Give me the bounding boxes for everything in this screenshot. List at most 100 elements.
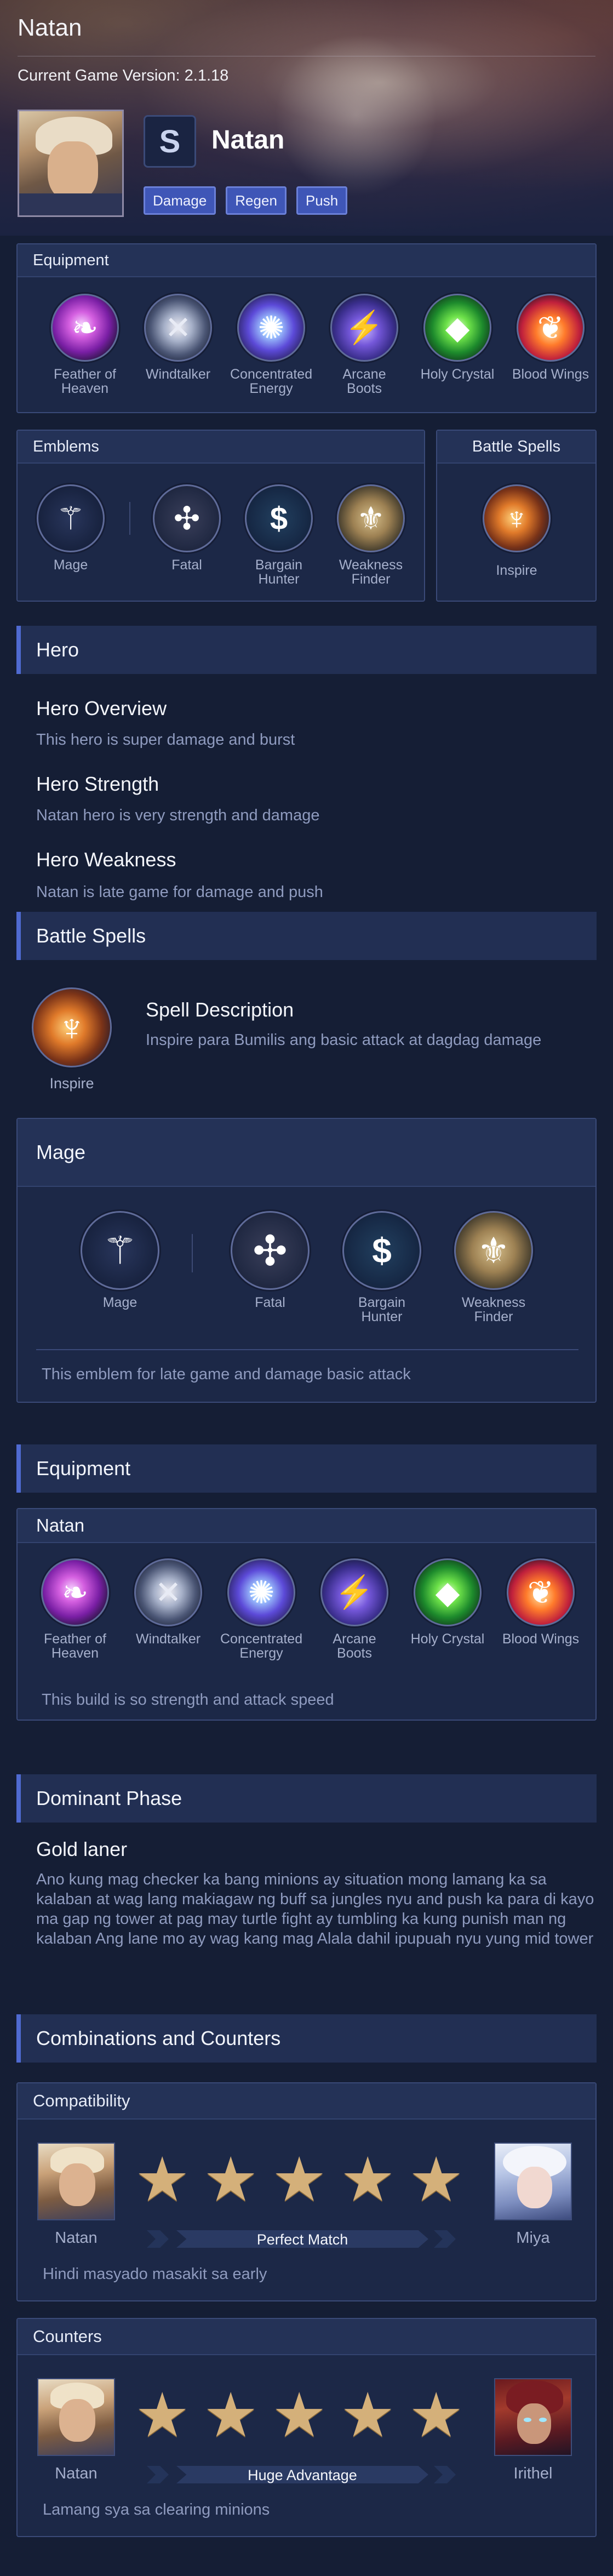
item-concentrated-energy[interactable]: ✺ Concentrated Energy [230,294,312,396]
chevron-right-icon [147,2230,169,2248]
battle-spells-panel: Battle Spells ♆ Inspire [436,430,597,602]
match-label: Perfect Match [256,2231,348,2248]
emblem-mage-detail[interactable]: ⚚ Mage [73,1211,167,1310]
item-windtalker[interactable]: ✕ Windtalker [127,1558,209,1646]
weakness-icon: ⚜ [454,1211,533,1290]
talent-bargain-hunter[interactable]: $ Bargain Hunter [238,484,320,586]
hero-strength-title: Hero Strength [36,773,159,795]
item-label: Fatal [171,557,202,573]
item-holy-crystal[interactable]: ◆ Holy Crystal [406,1558,489,1646]
star-icon: ★ [409,2145,464,2214]
emblems-panel: Emblems ⚚ Mage ✣ Fatal $ Bargain Hunter … [16,430,425,602]
equipment-build-panel: Natan ❧ Feather of Heaven ✕ Windtalker ✺… [16,1508,597,1721]
item-feather[interactable]: ❧ Feather of Heaven [34,1558,116,1660]
fatal-icon: ✣ [153,484,221,552]
hero-avatar-irithel[interactable] [494,2378,572,2456]
page-title: Natan [18,14,82,41]
item-label: Windtalker [145,367,211,382]
item-feather[interactable]: ❧ Feather of Heaven [44,294,126,396]
compatibility-title: Compatibility [18,2083,595,2120]
star-icon: ★ [272,2381,327,2449]
energy-icon: ✺ [227,1558,295,1626]
star-icon: ★ [409,2381,464,2449]
emblem-divider [129,502,130,535]
star-icon: ★ [340,2381,396,2449]
spell-inspire[interactable]: ♆ Inspire [475,484,558,578]
item-label: Blood Wings [502,1631,580,1647]
mage-icon: ⚚ [37,484,105,552]
item-windtalker[interactable]: ✕ Windtalker [137,294,219,381]
game-version: Current Game Version: 2.1.18 [18,67,229,84]
hero-strength-text: Natan hero is very strength and damage [36,807,320,824]
hero-weakness-title: Hero Weakness [36,848,176,871]
counters-note: Lamang sya sa clearing minions [43,2501,270,2518]
spell-desc-title: Spell Description [146,998,294,1021]
dominant-phase-text: Ano kung mag checker ka bang minions ay … [36,1871,594,1947]
item-arcane-boots[interactable]: ⚡ Arcane Boots [323,294,405,396]
item-holy-crystal[interactable]: ◆ Holy Crystal [416,294,499,381]
item-concentrated-energy[interactable]: ✺ Concentrated Energy [220,1558,302,1660]
weakness-icon: ⚜ [337,484,405,552]
star-icon: ★ [272,2145,327,2214]
item-label: Blood Wings [512,367,589,382]
star-icon: ★ [135,2381,190,2449]
counters-title: Counters [18,2319,595,2355]
hero-avatar-natan[interactable] [37,2143,115,2220]
item-arcane-boots[interactable]: ⚡ Arcane Boots [313,1558,396,1660]
talent-weakness-finder[interactable]: ⚜ Weakness Finder [330,484,412,586]
tag-regen[interactable]: Regen [226,186,287,215]
item-label: Inspire [496,563,537,578]
star-icon: ★ [203,2381,259,2449]
section-hero: Hero [16,626,597,674]
item-label: Concentrated Energy [230,367,313,396]
spell-inspire-detail[interactable]: ♆ Inspire [31,987,113,1092]
section-combos: Combinations and Counters [16,2014,597,2063]
talent-fatal-detail[interactable]: ✣ Fatal [224,1211,317,1310]
inspire-icon: ♆ [32,987,112,1067]
role-icon: S [144,115,196,168]
fatal-icon: ✣ [231,1211,310,1290]
item-label: Arcane Boots [333,1631,376,1661]
hero-tags: Damage Regen Push [144,186,348,215]
star-icon: ★ [135,2145,190,2214]
hero-weakness-text: Natan is late game for damage and push [36,883,323,901]
emblem-divider [192,1234,193,1272]
mage-emblem-panel: Mage ⚚ Mage ✣ Fatal $ Bargain Hunter ⚜ W… [16,1118,597,1403]
item-label: Fatal [255,1295,285,1310]
avatar-name-right: Miya [516,2229,550,2247]
hero-name: Natan [211,125,285,155]
crystal-icon: ◆ [423,294,491,362]
item-label: Arcane Boots [342,367,386,396]
item-blood-wings[interactable]: ❦ Blood Wings [509,294,592,381]
talent-weakness-detail[interactable]: ⚜ Weakness Finder [447,1211,540,1324]
item-label: Holy Crystal [410,1631,485,1647]
chevron-right-icon [434,2230,456,2248]
chevron-right-icon [434,2466,456,2483]
emblems-panel-title: Emblems [18,431,424,464]
spell-name: Inspire [49,1075,94,1092]
item-label: Holy Crystal [420,367,495,382]
equipment-panel-title: Equipment [18,244,595,277]
avatar-name-left: Natan [55,2465,98,2482]
hero-avatar-miya[interactable] [494,2143,572,2220]
avatar-name-right: Irithel [513,2465,553,2482]
star-icon: ★ [340,2145,396,2214]
item-label: Mage [53,557,88,573]
item-label: Concentrated Energy [220,1631,303,1661]
hero-avatar-natan[interactable] [37,2378,115,2456]
windtalker-icon: ✕ [134,1558,202,1626]
item-blood-wings[interactable]: ❦ Blood Wings [500,1558,582,1646]
talent-bargain-detail[interactable]: $ Bargain Hunter [335,1211,428,1324]
section-dominant-phase: Dominant Phase [16,1774,597,1823]
inspire-icon: ♆ [483,484,551,552]
section-battle-spells: Battle Spells [16,912,597,960]
item-label: Feather of Heaven [44,1631,106,1661]
wings-icon: ❦ [507,1558,575,1626]
item-label: Bargain Hunter [358,1295,406,1324]
tag-damage[interactable]: Damage [144,186,216,215]
tag-push[interactable]: Push [296,186,348,215]
bargain-icon: $ [245,484,313,552]
emblem-mage[interactable]: ⚚ Mage [30,484,112,572]
talent-fatal[interactable]: ✣ Fatal [146,484,228,572]
item-label: Bargain Hunter [255,557,303,587]
